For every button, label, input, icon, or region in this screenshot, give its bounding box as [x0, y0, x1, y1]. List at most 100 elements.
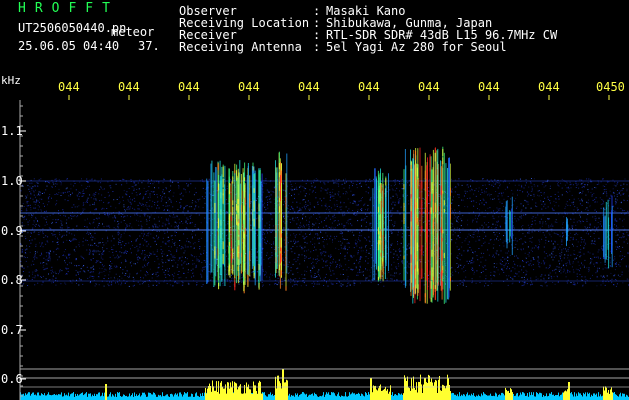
noise-dot: [619, 276, 621, 277]
noise-dot: [308, 226, 310, 228]
noise-dot: [549, 202, 551, 204]
noise-dot: [68, 232, 70, 234]
noise-dot: [398, 256, 400, 258]
noise-dot: [83, 237, 84, 239]
noise-dot: [529, 240, 531, 242]
noise-dot: [620, 184, 622, 186]
noise-dot: [68, 255, 70, 256]
noise-dot: [370, 196, 372, 198]
noise-dot: [104, 275, 106, 277]
noise-dot: [549, 200, 551, 202]
noise-dot: [35, 269, 37, 271]
noise-dot: [591, 240, 593, 242]
noise-dot: [471, 236, 473, 238]
noise-dot: [55, 204, 57, 206]
noise-dot: [118, 283, 120, 285]
noise-dot: [357, 274, 359, 276]
noise-dot: [466, 184, 468, 186]
noise-dot: [192, 259, 194, 261]
noise-dot: [471, 189, 473, 191]
noise-dot: [616, 199, 618, 201]
noise-dot: [325, 232, 327, 234]
noise-dot: [153, 237, 155, 239]
noise-dot: [103, 265, 105, 267]
noise-dot: [161, 259, 163, 261]
noise-dot: [164, 232, 166, 234]
noise-dot: [29, 251, 31, 253]
noise-dot: [482, 270, 484, 272]
noise-dot: [107, 214, 109, 216]
noise-dot: [312, 267, 314, 269]
noise-dot: [423, 251, 424, 253]
noise-dot: [552, 254, 554, 256]
noise-dot: [317, 237, 319, 239]
noise-dot: [167, 274, 169, 276]
noise-dot: [459, 248, 460, 250]
noise-dot: [132, 207, 133, 209]
noise-dot: [117, 281, 119, 283]
noise-dot: [522, 233, 524, 235]
noise-dot: [95, 262, 97, 264]
noise-dot: [186, 238, 188, 240]
noise-dot: [71, 233, 73, 235]
noise-dot: [523, 187, 525, 189]
noise-dot: [297, 267, 299, 269]
noise-dot: [267, 192, 269, 193]
noise-dot: [71, 282, 73, 284]
noise-dot: [68, 217, 70, 219]
noise-dot: [325, 251, 327, 253]
noise-dot: [622, 282, 624, 284]
noise-dot: [398, 273, 400, 275]
noise-dot: [483, 242, 485, 244]
noise-dot: [540, 262, 542, 264]
noise-dot: [294, 258, 296, 260]
noise-dot: [458, 272, 459, 274]
noise-dot: [587, 230, 588, 232]
noise-dot: [50, 269, 52, 271]
noise-dot: [341, 223, 343, 225]
noise-dot: [320, 231, 321, 233]
noise-dot: [452, 199, 454, 201]
noise-dot: [165, 205, 167, 207]
noise-dot: [68, 254, 70, 256]
noise-dot: [48, 201, 50, 203]
noise-dot: [179, 245, 180, 247]
noise-dot: [587, 189, 589, 191]
noise-dot: [309, 234, 311, 235]
noise-dot: [581, 211, 583, 213]
noise-dot: [386, 228, 388, 229]
noise-dot: [627, 252, 628, 254]
noise-dot: [42, 233, 44, 235]
noise-dot: [66, 225, 68, 227]
noise-dot: [332, 188, 334, 190]
noise-dot: [315, 262, 317, 264]
noise-dot: [363, 205, 365, 206]
noise-dot: [587, 209, 589, 211]
noise-dot: [151, 277, 153, 279]
noise-dot: [369, 248, 371, 249]
noise-dot: [66, 239, 68, 241]
noise-dot: [558, 195, 560, 197]
noise-dot: [341, 206, 343, 208]
noise-dot: [487, 249, 489, 251]
noise-dot: [27, 185, 29, 187]
noise-dot: [336, 205, 338, 207]
noise-dot: [52, 219, 54, 220]
noise-dot: [583, 241, 585, 243]
noise-dot: [298, 254, 300, 256]
noise-dot: [471, 262, 473, 264]
noise-dot: [333, 182, 335, 184]
noise-dot: [129, 201, 131, 203]
noise-dot: [461, 220, 463, 222]
noise-dot: [67, 227, 69, 229]
noise-dot: [312, 261, 314, 263]
noise-dot: [212, 209, 214, 211]
noise-dot: [140, 203, 141, 205]
noise-dot: [323, 197, 325, 199]
noise-dot: [318, 242, 320, 244]
noise-dot: [115, 207, 117, 209]
noise-dot: [94, 238, 96, 240]
noise-dot: [169, 215, 171, 217]
noise-dot: [345, 178, 347, 180]
noise-dot: [144, 215, 146, 217]
